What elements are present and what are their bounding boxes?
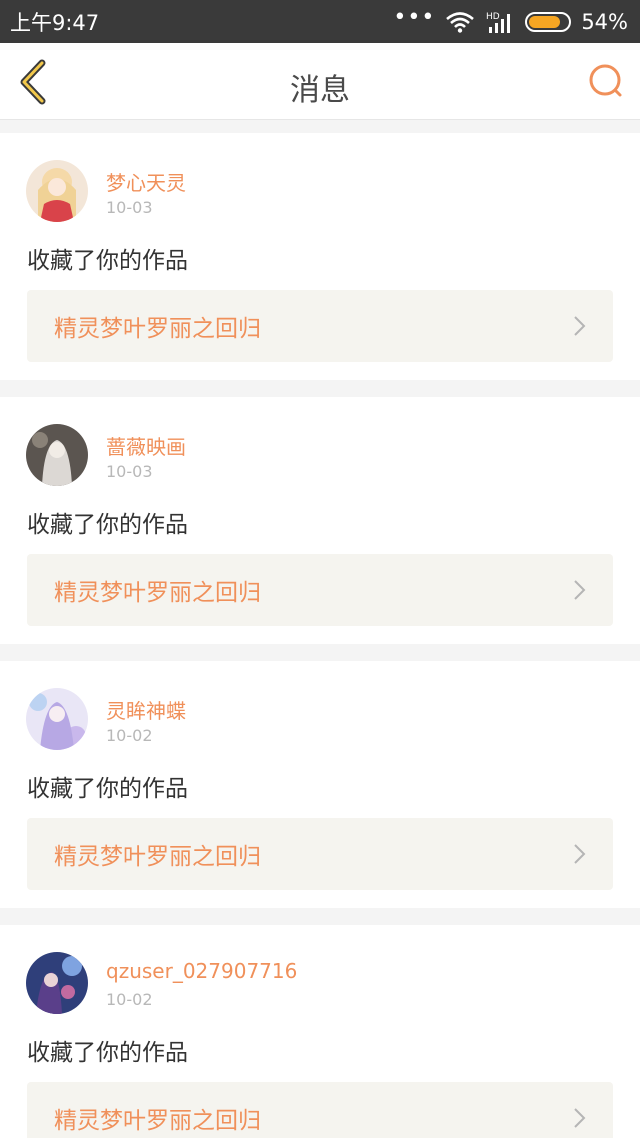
user-name[interactable]: 灵眸神蝶 (106, 695, 186, 724)
app-header: 消息 (0, 43, 640, 120)
message-text: 收藏了你的作品 (27, 776, 188, 802)
avatar-image (26, 424, 88, 486)
message-card: qzuser_027907716 10-02 收藏了你的作品 精灵梦叶罗丽之回归 (0, 925, 640, 1138)
message-date: 10-02 (106, 726, 153, 745)
user-name[interactable]: 梦心天灵 (106, 167, 186, 196)
battery-fill (529, 15, 560, 28)
message-text: 收藏了你的作品 (27, 1040, 188, 1066)
avatar[interactable] (26, 424, 88, 486)
battery-icon (525, 11, 572, 32)
message-list[interactable]: 梦心天灵 10-03 收藏了你的作品 精灵梦叶罗丽之回归 蔷薇映画 10-03 … (0, 133, 640, 1138)
work-title: 精灵梦叶罗丽之回归 (54, 580, 261, 606)
search-icon (589, 64, 622, 97)
avatar[interactable] (26, 952, 88, 1014)
chevron-right-icon (574, 580, 586, 600)
message-text: 收藏了你的作品 (27, 512, 188, 538)
user-name[interactable]: 蔷薇映画 (106, 431, 186, 460)
message-date: 10-03 (106, 198, 153, 217)
signal-icon: HD (486, 12, 511, 33)
avatar-image (26, 160, 88, 222)
message-card: 蔷薇映画 10-03 收藏了你的作品 精灵梦叶罗丽之回归 (0, 397, 640, 644)
work-title: 精灵梦叶罗丽之回归 (54, 316, 261, 342)
avatar[interactable] (26, 688, 88, 750)
avatar-image (26, 688, 88, 750)
message-text: 收藏了你的作品 (27, 248, 188, 274)
chevron-right-icon (574, 1108, 586, 1128)
message-card: 梦心天灵 10-03 收藏了你的作品 精灵梦叶罗丽之回归 (0, 133, 640, 380)
chevron-right-icon (574, 316, 586, 336)
work-link[interactable]: 精灵梦叶罗丽之回归 (27, 818, 613, 890)
chevron-right-icon (574, 844, 586, 864)
message-date: 10-03 (106, 462, 153, 481)
status-icons: ••• HD 54% (393, 5, 628, 34)
message-date: 10-02 (106, 990, 153, 1009)
work-link[interactable]: 精灵梦叶罗丽之回归 (27, 290, 613, 362)
avatar[interactable] (26, 160, 88, 222)
message-card: 灵眸神蝶 10-02 收藏了你的作品 精灵梦叶罗丽之回归 (0, 661, 640, 908)
page-title: 消息 (290, 73, 350, 108)
svg-text:HD: HD (486, 12, 500, 22)
work-link[interactable]: 精灵梦叶罗丽之回归 (27, 554, 613, 626)
wifi-icon (446, 11, 475, 33)
battery-percent: 54% (581, 9, 628, 34)
work-title: 精灵梦叶罗丽之回归 (54, 844, 261, 870)
work-title: 精灵梦叶罗丽之回归 (54, 1108, 261, 1134)
user-name[interactable]: qzuser_027907716 (106, 959, 297, 983)
search-button[interactable] (586, 61, 626, 101)
avatar-image (26, 952, 88, 1014)
status-time: 上午9:47 (10, 10, 100, 35)
more-dots-icon: ••• (393, 5, 436, 30)
work-link[interactable]: 精灵梦叶罗丽之回归 (27, 1082, 613, 1138)
status-bar: 上午9:47 ••• HD 54% (0, 0, 640, 43)
